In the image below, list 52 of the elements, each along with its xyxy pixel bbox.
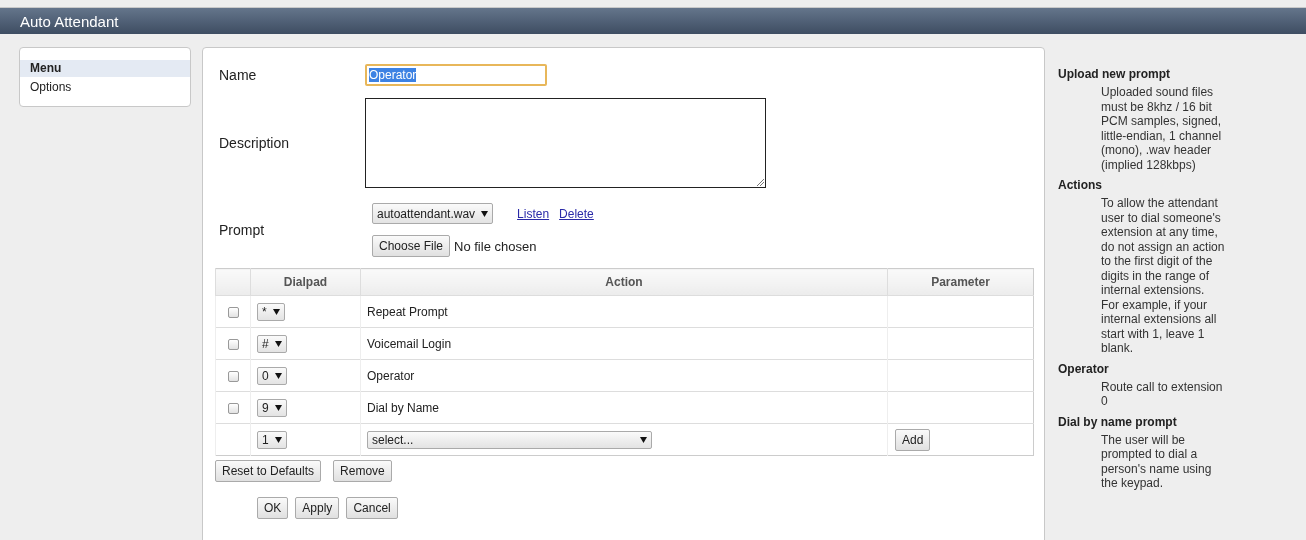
key-dropdown[interactable]: 1 bbox=[257, 430, 287, 449]
resize-grip-icon[interactable] bbox=[756, 178, 764, 186]
column-header: Dialpad bbox=[250, 268, 361, 296]
choose-file-button[interactable]: Choose File bbox=[372, 235, 451, 257]
row-checkbox[interactable] bbox=[227, 370, 239, 382]
column-header: Parameter bbox=[887, 268, 1034, 296]
caret-icon bbox=[481, 210, 489, 217]
caret-icon bbox=[274, 372, 282, 379]
caret-icon bbox=[272, 308, 280, 315]
form-button[interactable]: Apply bbox=[295, 497, 340, 519]
table-cell: Operator bbox=[360, 359, 888, 392]
table-cell: Voicemail Login bbox=[360, 327, 888, 360]
table-button[interactable]: Reset to Defaults bbox=[215, 460, 322, 482]
key-dropdown[interactable]: 0 bbox=[257, 366, 287, 385]
caret-icon bbox=[274, 404, 282, 411]
form-button[interactable]: Cancel bbox=[346, 497, 398, 519]
form-button[interactable]: OK bbox=[257, 497, 289, 519]
help-text: Uploaded sound files must be 8khz / 16 bit PCM samples, signed, little-endian, 1 channel (mono), .wav header (implied 128kbps) bbox=[1100, 85, 1223, 172]
key-dropdown[interactable]: * bbox=[257, 302, 285, 321]
caret-icon bbox=[274, 340, 282, 347]
field-label: Description bbox=[218, 135, 291, 151]
row-checkbox[interactable] bbox=[227, 306, 239, 318]
help-text: Route call to extension 0 bbox=[1100, 379, 1224, 409]
table-cell: Repeat Prompt bbox=[360, 295, 888, 328]
key-dropdown[interactable]: 9 bbox=[257, 398, 287, 417]
row-checkbox[interactable] bbox=[227, 402, 239, 414]
table-button[interactable]: Remove bbox=[333, 460, 392, 482]
caret-icon bbox=[274, 436, 282, 443]
help-heading: Dial by name prompt bbox=[1058, 414, 1178, 429]
file-status: No file chosen bbox=[454, 238, 537, 254]
description-field[interactable] bbox=[365, 98, 766, 188]
field-label: Prompt bbox=[218, 222, 266, 238]
help-text: To allow the attendant user to dial someone's extension at any time, do not assign an action to the first digit of the digits in the range of internal extensions. For example, if your internal extensions all start with 1, leave 1 blank. bbox=[1100, 196, 1225, 356]
window-title: Auto Attendant bbox=[20, 12, 119, 30]
prompt-link[interactable]: Listen bbox=[517, 206, 550, 221]
help-heading: Operator bbox=[1058, 361, 1110, 376]
sidebar-item[interactable]: Options bbox=[20, 79, 190, 96]
row-checkbox[interactable] bbox=[227, 338, 239, 350]
sidebar-item[interactable]: Menu bbox=[20, 60, 190, 77]
help-text: The user will be prompted to dial a person's name using the keypad. bbox=[1100, 432, 1213, 491]
column-header: Action bbox=[360, 268, 888, 296]
key-dropdown[interactable]: # bbox=[257, 334, 287, 353]
field-label: Name bbox=[218, 67, 258, 83]
help-heading: Upload new prompt bbox=[1058, 67, 1171, 81]
action-dropdown[interactable]: select... bbox=[367, 430, 652, 449]
prompt-link[interactable]: Delete bbox=[559, 206, 594, 221]
name-field[interactable]: Operator bbox=[365, 64, 547, 86]
table-cell: Dial by Name bbox=[360, 391, 888, 424]
help-heading: Actions bbox=[1058, 178, 1103, 192]
prompt-dropdown[interactable]: autoattendant.wav bbox=[372, 203, 494, 224]
caret-icon bbox=[640, 436, 647, 443]
add-button[interactable]: Add bbox=[895, 428, 931, 451]
